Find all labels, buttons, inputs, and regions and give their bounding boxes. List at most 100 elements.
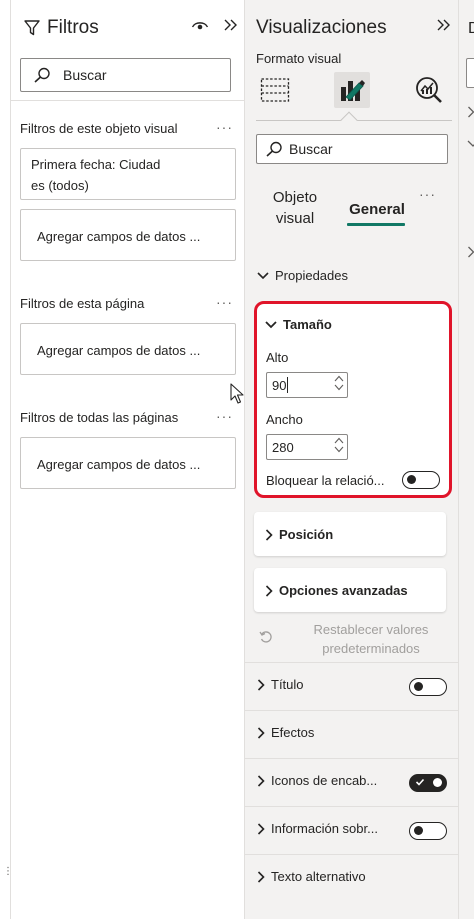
- chevron-right-icon[interactable]: [467, 246, 474, 261]
- magnifier-chart-icon: [414, 75, 444, 105]
- row-alt-text[interactable]: Texto alternativo: [245, 854, 458, 902]
- format-visual-button[interactable]: [334, 72, 370, 108]
- height-stepper[interactable]: 90: [266, 372, 348, 398]
- properties-label: Propiedades: [275, 268, 348, 283]
- increment-icon[interactable]: [334, 375, 344, 382]
- filters-header: Filtros: [23, 14, 239, 42]
- size-card-highlight: Tamaño Alto 90 Ancho 280 Bloquear la rel…: [254, 301, 452, 498]
- width-stepper[interactable]: 280: [266, 434, 348, 460]
- collapse-visualizations-icon[interactable]: [436, 18, 452, 32]
- properties-group-header[interactable]: Propiedades: [257, 268, 348, 283]
- chevron-right-icon[interactable]: [467, 106, 474, 121]
- visualizations-title: Visualizaciones: [256, 17, 387, 38]
- divider: [11, 100, 245, 101]
- collapse-filters-icon[interactable]: [223, 18, 239, 32]
- tab-general[interactable]: General: [345, 199, 409, 220]
- reset-label-line1: Restablecer valores: [313, 622, 429, 637]
- undo-icon: [259, 630, 273, 644]
- data-pane-collapsed[interactable]: D: [458, 0, 474, 919]
- chevron-down-icon[interactable]: [467, 136, 474, 151]
- more-options-icon[interactable]: ···: [216, 119, 233, 135]
- add-fields-label: Agregar campos de datos ...: [37, 457, 201, 472]
- add-fields-visual-dropzone[interactable]: Agregar campos de datos ...: [20, 209, 236, 261]
- reset-label-line2: predeterminados: [322, 641, 420, 656]
- row-header-icons[interactable]: Iconos de encab...: [245, 758, 458, 806]
- lock-ratio-toggle[interactable]: [402, 471, 440, 489]
- chevron-right-icon: [265, 584, 273, 597]
- more-options-icon[interactable]: ···: [216, 408, 233, 424]
- section-this-page-title: Filtros de esta página: [20, 296, 145, 311]
- format-icon-bar: [245, 72, 458, 112]
- advanced-options-header[interactable]: Opciones avanzadas: [265, 583, 408, 598]
- add-fields-all-pages-dropzone[interactable]: Agregar campos de datos ...: [20, 437, 236, 489]
- search-icon: [265, 141, 283, 157]
- row-label: Iconos de encab...: [271, 773, 378, 788]
- row-label: Texto alternativo: [271, 869, 366, 884]
- header-icons-toggle[interactable]: [409, 774, 447, 792]
- filter-card-ciudades[interactable]: Primera fecha: Ciudad es (todos): [20, 148, 236, 200]
- filters-title: Filtros: [47, 17, 99, 38]
- height-label: Alto: [266, 350, 289, 365]
- table-grid-icon: [260, 77, 290, 103]
- tooltip-toggle[interactable]: [409, 822, 447, 840]
- filter-card-line1: Primera fecha: Ciudad: [31, 157, 161, 172]
- filters-search-input[interactable]: [63, 67, 203, 83]
- decrement-icon[interactable]: [334, 384, 344, 391]
- eye-icon[interactable]: [191, 18, 209, 32]
- selected-tab-underline: [347, 223, 405, 226]
- row-title[interactable]: Título: [245, 662, 458, 710]
- filter-card-line2: es (todos): [31, 178, 89, 193]
- tab-visual-object[interactable]: Objeto visual: [265, 187, 325, 229]
- tab-label-line1: Objeto: [272, 189, 318, 206]
- data-search-box[interactable]: [466, 58, 474, 88]
- advanced-options-card[interactable]: Opciones avanzadas: [254, 568, 446, 612]
- row-label: Efectos: [271, 725, 315, 740]
- toggle-knob: [414, 826, 423, 835]
- chevron-down-icon: [257, 271, 269, 280]
- height-value[interactable]: 90: [272, 378, 286, 393]
- row-effects[interactable]: Efectos: [245, 710, 458, 758]
- visualizations-pane: Visualizaciones Formato visual Buscar Ob…: [245, 0, 458, 919]
- active-tab-notch: [340, 111, 358, 129]
- row-label: Información sobr...: [271, 821, 378, 836]
- analytics-button[interactable]: [411, 72, 447, 108]
- filters-pane: Filtros Filtros de este objeto visual ··…: [11, 0, 245, 919]
- width-value[interactable]: 280: [272, 440, 294, 455]
- position-label: Posición: [279, 527, 334, 542]
- tab-label-line2: visual: [275, 210, 315, 227]
- toggle-knob: [414, 682, 423, 691]
- more-options-icon[interactable]: ···: [216, 294, 233, 310]
- decrement-icon[interactable]: [334, 446, 344, 453]
- title-toggle[interactable]: [409, 678, 447, 696]
- lock-ratio-label: Bloquear la relació...: [266, 473, 385, 488]
- reset-defaults-button[interactable]: Restablecer valores predeterminados: [255, 620, 447, 660]
- format-search-input[interactable]: [289, 141, 429, 157]
- increment-icon[interactable]: [334, 437, 344, 444]
- chevron-right-icon: [265, 528, 273, 541]
- add-fields-label: Agregar campos de datos ...: [37, 343, 201, 358]
- chevron-right-icon: [257, 870, 265, 883]
- text-caret: [287, 377, 289, 393]
- data-pane-letter: D: [468, 20, 474, 38]
- toggle-knob: [433, 778, 442, 787]
- position-header[interactable]: Posición: [265, 527, 333, 542]
- filter-funnel-icon: [23, 19, 41, 37]
- size-group-header[interactable]: Tamaño: [265, 317, 332, 332]
- row-tooltip[interactable]: Información sobr...: [245, 806, 458, 854]
- build-visual-button[interactable]: [257, 72, 293, 108]
- search-icon: [33, 67, 51, 83]
- format-search[interactable]: [256, 134, 448, 164]
- more-options-icon[interactable]: ···: [419, 186, 436, 202]
- position-card[interactable]: Posición: [254, 512, 446, 556]
- filters-search[interactable]: [20, 58, 231, 92]
- checkmark-icon: [415, 777, 425, 787]
- add-fields-label: Agregar campos de datos ...: [37, 229, 201, 244]
- chevron-right-icon: [257, 726, 265, 739]
- chevron-down-icon: [265, 320, 277, 329]
- add-fields-page-dropzone[interactable]: Agregar campos de datos ...: [20, 323, 236, 375]
- advanced-options-label: Opciones avanzadas: [279, 583, 408, 598]
- left-collapsed-strip: ⋮: [0, 0, 13, 919]
- toggle-knob: [407, 475, 416, 484]
- width-label: Ancho: [266, 412, 303, 427]
- format-visual-subheading: Formato visual: [256, 51, 342, 66]
